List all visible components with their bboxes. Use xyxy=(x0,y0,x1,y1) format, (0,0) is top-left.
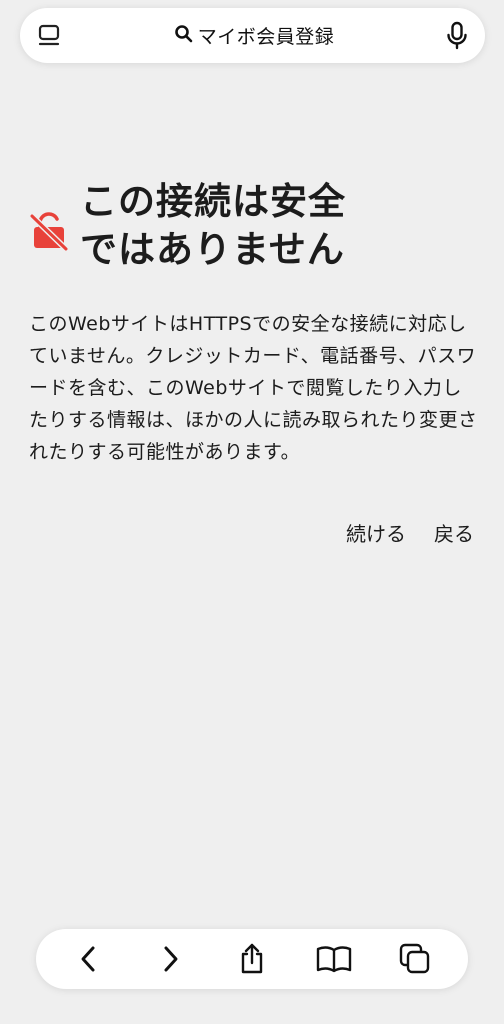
back-link[interactable]: 戻る xyxy=(434,518,474,547)
unlocked-warning-icon xyxy=(28,210,74,256)
warning-actions: 続ける 戻る xyxy=(346,518,474,547)
warning-header: この接続は安全 ではありません xyxy=(28,178,478,274)
bookmarks-icon[interactable] xyxy=(309,934,359,984)
sidebar-icon[interactable] xyxy=(37,23,63,49)
forward-icon[interactable] xyxy=(145,934,195,984)
address-bar[interactable]: マイボ会員登録 xyxy=(20,8,485,63)
warning-body: このWebサイトはHTTPSでの安全な接続に対応していません。クレジットカード、… xyxy=(29,313,478,463)
continue-link[interactable]: 続ける xyxy=(346,518,406,547)
back-icon[interactable] xyxy=(64,934,114,984)
safari-page: マイボ会員登録 この接続は安全 ではありません このWebサイトはHTTPSでの… xyxy=(0,0,504,1024)
bottom-toolbar xyxy=(36,929,468,989)
address-field[interactable]: マイボ会員登録 xyxy=(174,22,335,49)
share-icon[interactable] xyxy=(227,934,277,984)
address-text: マイボ会員登録 xyxy=(197,26,335,48)
warning-title: この接続は安全 ではありません xyxy=(80,180,346,271)
search-icon xyxy=(174,24,194,48)
tabs-icon[interactable] xyxy=(390,934,440,984)
microphone-icon[interactable] xyxy=(445,21,469,51)
